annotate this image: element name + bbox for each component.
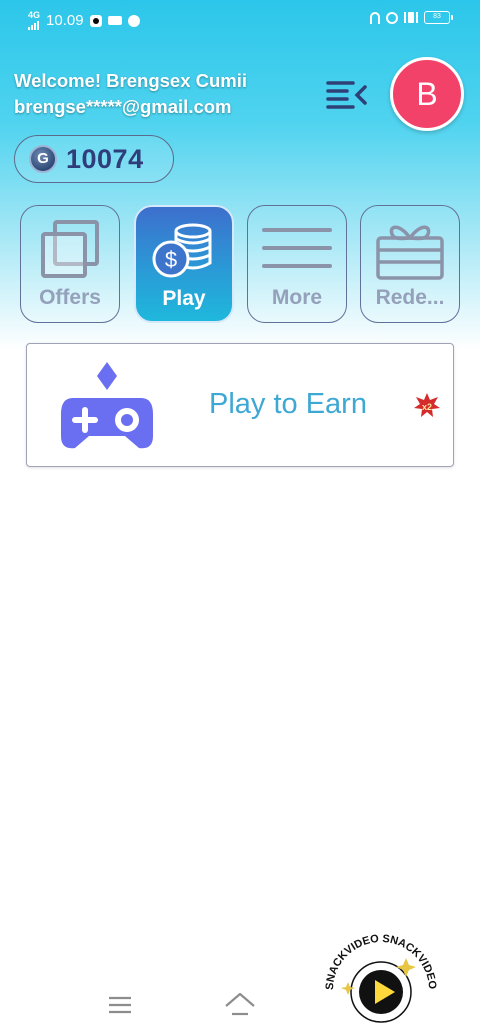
coin-balance-value: 10074 (66, 143, 144, 174)
card-title: Play to Earn (209, 388, 367, 420)
video-notification-icon (107, 16, 122, 25)
chat-notification-icon (127, 14, 140, 27)
user-email: brengse*****@gmail.com (14, 96, 232, 117)
battery-icon: 83 (424, 11, 453, 24)
network-type: 4G (28, 10, 41, 20)
gamepad-icon (61, 362, 153, 449)
tab-offers[interactable]: Offers (20, 205, 120, 323)
status-time: 10.09 (46, 12, 84, 29)
tab-play[interactable]: $ Play (134, 205, 234, 323)
lines-icon (248, 218, 346, 282)
battery-level: 83 (433, 13, 441, 20)
multiplier-badge: x2 (414, 393, 440, 417)
snackvideo-watermark: SNACKVIDEO SNACKVIDEO SNACKVIDEO (318, 920, 438, 1023)
signal-group: 4G (28, 11, 40, 30)
status-bar: 4G 10.09 83 (0, 0, 480, 40)
tab-more[interactable]: More (247, 205, 347, 323)
menu-collapse-icon (326, 81, 367, 109)
app-notification-icon (89, 14, 102, 27)
coin-icon: G (29, 145, 57, 173)
tab-offers-label: Offers (39, 286, 101, 309)
headphones-icon (370, 11, 380, 24)
coin-stack-dollar-icon: $ (136, 219, 232, 283)
tab-redeem[interactable]: Rede... (360, 205, 460, 323)
tab-more-label: More (271, 286, 323, 309)
menu-collapse-button[interactable] (325, 78, 369, 110)
tab-redeem-label: Rede... (375, 286, 445, 309)
coin-balance: G 10074 (14, 135, 174, 183)
tab-play-label: Play (162, 287, 206, 310)
vibrate-icon (404, 12, 418, 23)
signal-icon (28, 20, 39, 30)
nav-menu-button[interactable] (104, 990, 136, 1020)
alarm-icon (386, 11, 398, 24)
home-icon (225, 992, 255, 1016)
nav-home-button[interactable] (224, 990, 256, 1020)
status-right: 83 (370, 11, 453, 24)
status-left: 4G 10.09 (28, 11, 140, 30)
avatar[interactable]: B (390, 57, 464, 131)
stacked-squares-icon (21, 218, 119, 282)
multiplier-badge-label: x2 (422, 402, 432, 412)
play-to-earn-card[interactable]: Play to Earn x2 (26, 343, 454, 467)
svg-text:$: $ (165, 247, 177, 272)
menu-icon (109, 996, 131, 1014)
gift-icon (361, 218, 459, 282)
welcome-text: Welcome! Brengsex Cumii (14, 70, 248, 91)
